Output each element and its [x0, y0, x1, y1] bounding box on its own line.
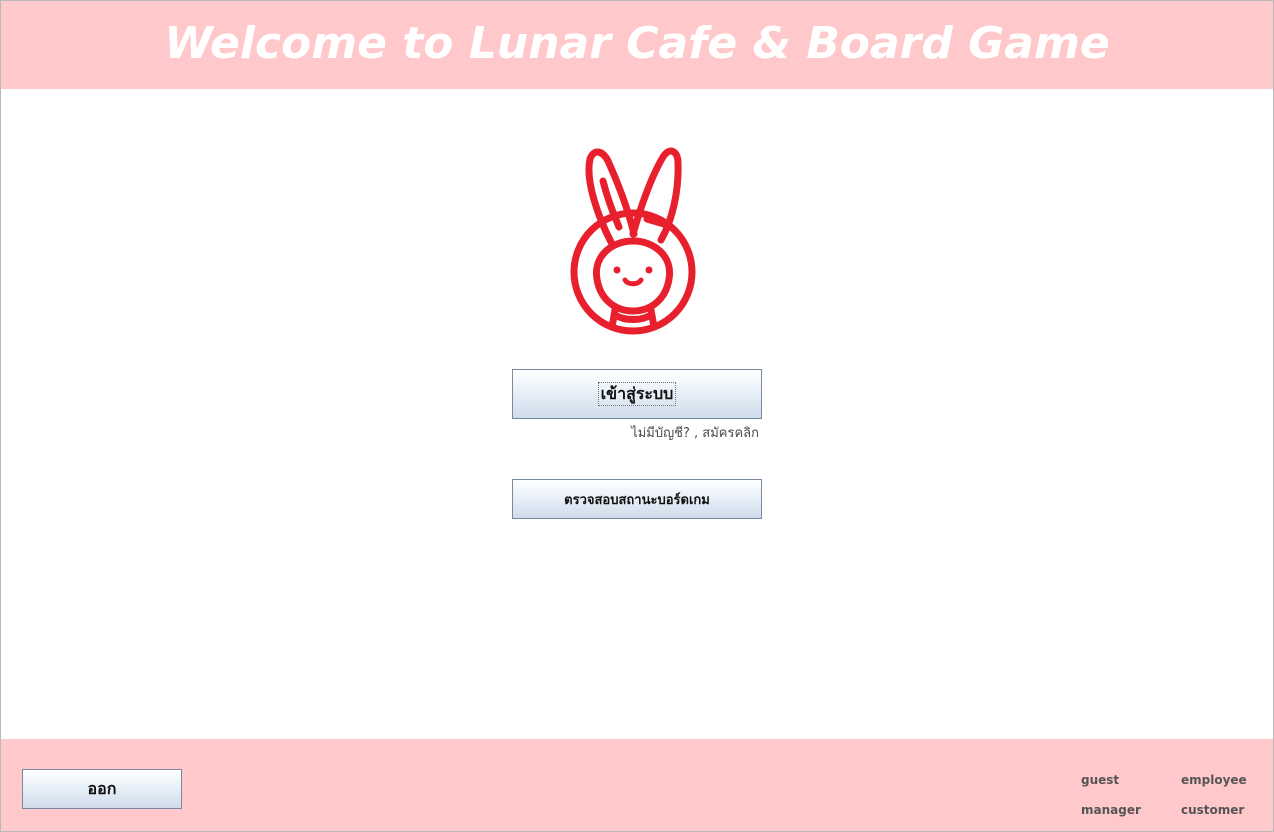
register-link[interactable]: ไม่มีบัญชี? , สมัครคลิก — [561, 422, 759, 443]
role-guest-link[interactable]: guest — [1081, 773, 1119, 787]
login-button[interactable]: เข้าสู่ระบบ — [512, 369, 762, 419]
page-title: Welcome to Lunar Cafe & Board Game — [164, 17, 1110, 69]
role-customer-link[interactable]: customer — [1181, 803, 1244, 817]
check-board-game-status-button[interactable]: ตรวจสอบสถานะบอร์ดเกม — [512, 479, 762, 519]
login-button-label: เข้าสู่ระบบ — [597, 382, 677, 406]
role-employee-link[interactable]: employee — [1181, 773, 1247, 787]
rabbit-logo-icon — [533, 139, 733, 339]
app-window: Welcome to Lunar Cafe & Board Game เข้าส… — [0, 0, 1274, 832]
header-banner: Welcome to Lunar Cafe & Board Game — [1, 1, 1273, 89]
exit-button[interactable]: ออก — [22, 769, 182, 809]
footer-bar: ออก guest employee manager customer — [1, 739, 1273, 831]
role-manager-link[interactable]: manager — [1081, 803, 1141, 817]
